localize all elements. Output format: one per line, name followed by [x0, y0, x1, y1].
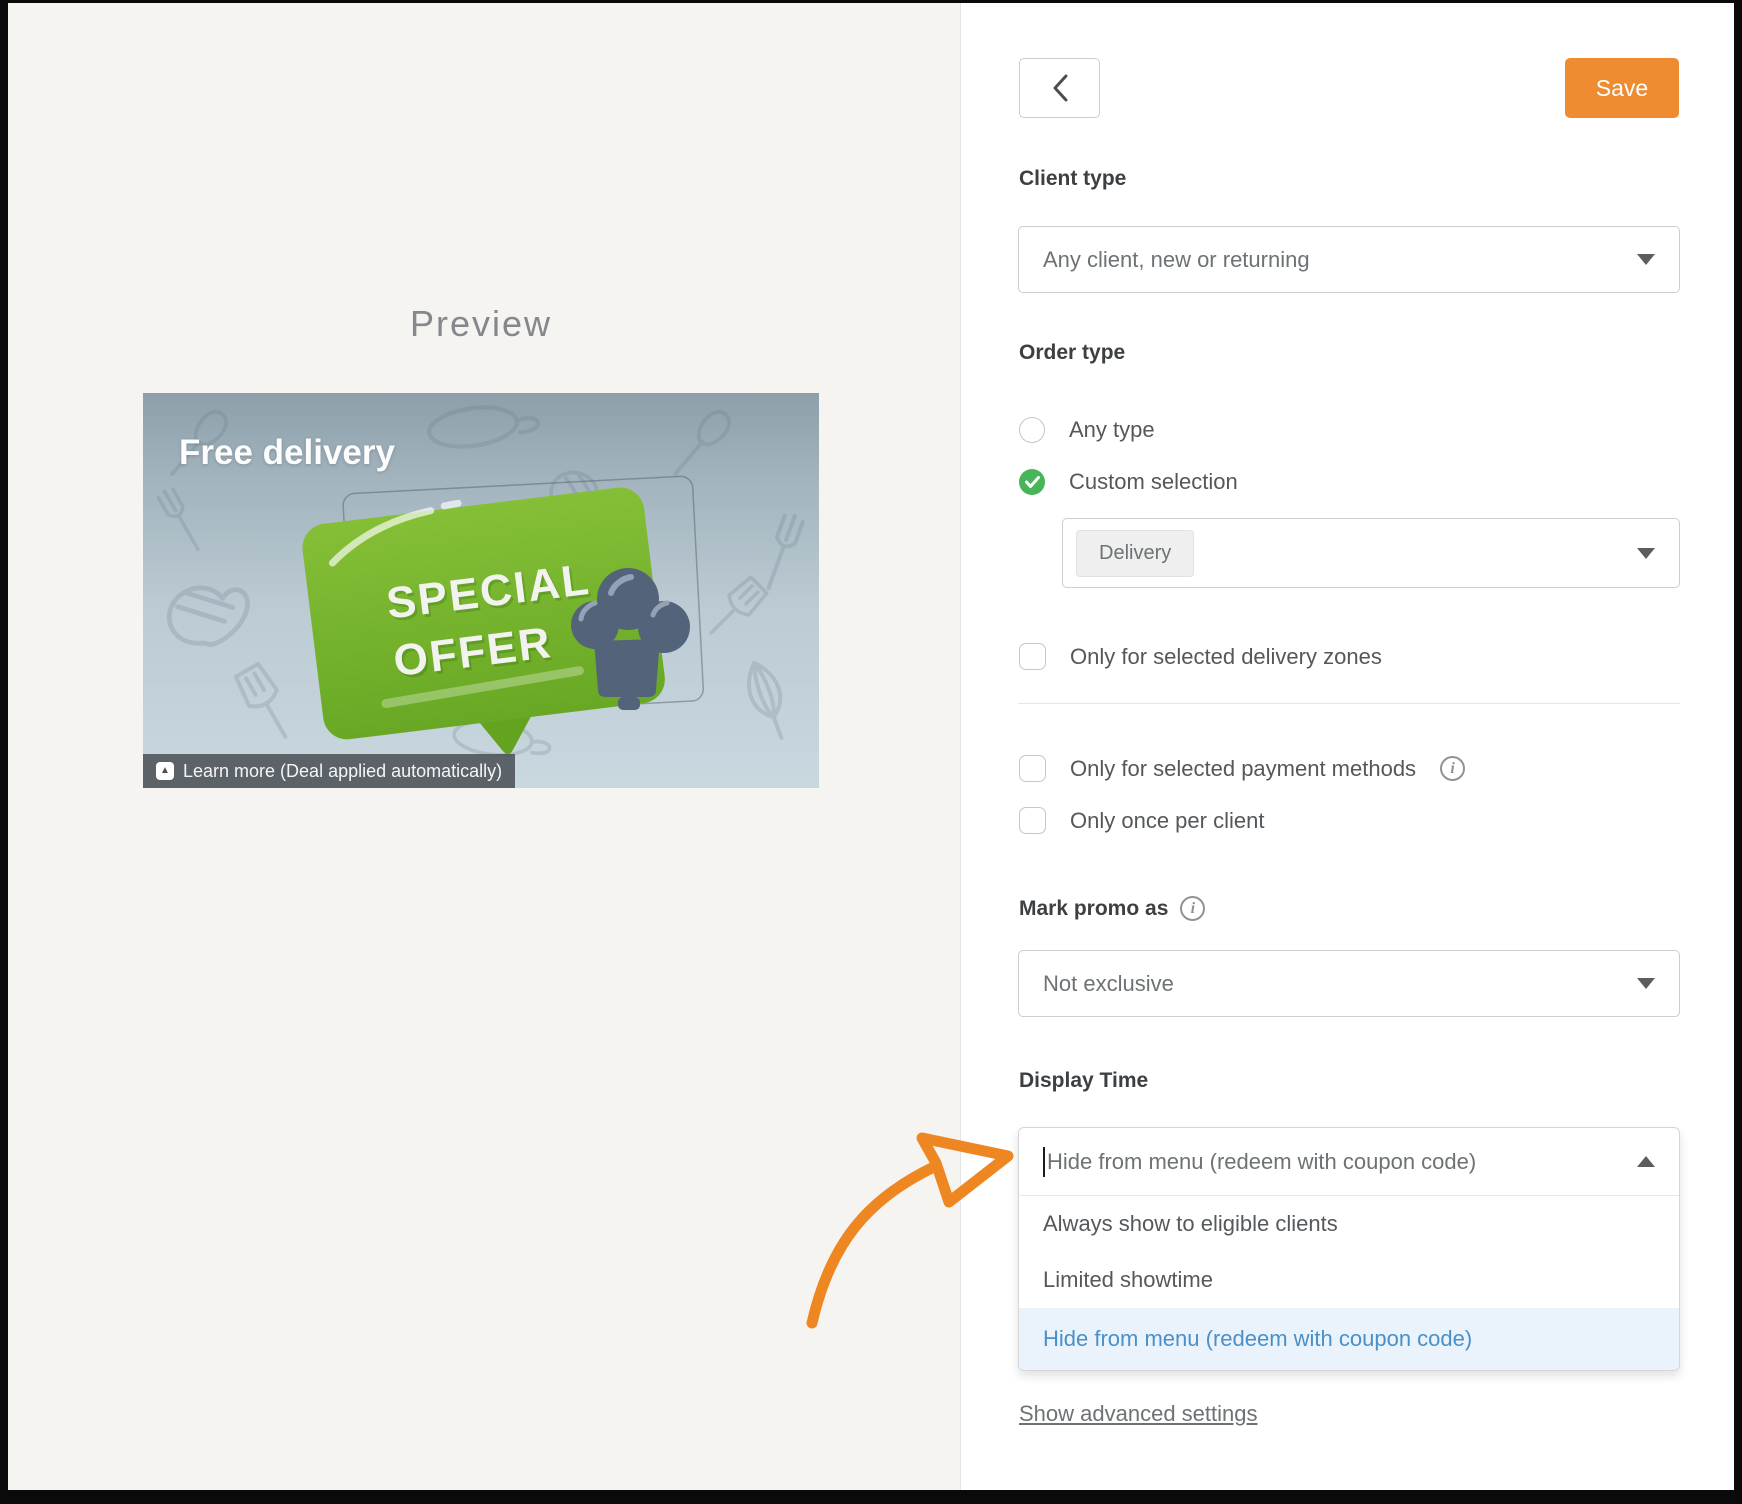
radio-checked-icon[interactable] — [1019, 469, 1045, 495]
option-always-show[interactable]: Always show to eligible clients — [1019, 1196, 1679, 1252]
chevron-down-icon — [1637, 978, 1655, 989]
display-time-combobox: Hide from menu (redeem with coupon code)… — [1018, 1127, 1680, 1371]
chevron-down-icon — [1637, 254, 1655, 265]
checkbox-unchecked-icon[interactable] — [1019, 755, 1046, 782]
display-time-label: Display Time — [1019, 1069, 1149, 1092]
checkbox-once-per-client[interactable]: Only once per client — [1019, 807, 1264, 834]
checkbox-unchecked-icon[interactable] — [1019, 807, 1046, 834]
mark-promo-as-select[interactable]: Not exclusive — [1018, 950, 1680, 1017]
display-time-value: Hide from menu (redeem with coupon code) — [1047, 1148, 1477, 1174]
checkbox-once-per-client-label: Only once per client — [1070, 807, 1265, 833]
radio-any-type[interactable]: Any type — [1019, 417, 1155, 443]
save-button[interactable]: Save — [1565, 58, 1679, 118]
promo-headline: Free delivery — [179, 433, 395, 472]
checkbox-unchecked-icon[interactable] — [1019, 643, 1046, 670]
preview-pane: Preview Free delivery SPECIAL SPECIAL OF… — [8, 3, 960, 1490]
client-type-value: Any client, new or returning — [1043, 246, 1310, 272]
checkbox-delivery-zones-label: Only for selected delivery zones — [1070, 643, 1382, 669]
back-button[interactable] — [1019, 58, 1100, 118]
settings-panel: Save Client type Any client, new or retu… — [960, 3, 1734, 1490]
mark-promo-as-value: Not exclusive — [1043, 970, 1174, 996]
preview-title: Preview — [409, 303, 553, 344]
checkbox-payment-methods[interactable]: Only for selected payment methods i — [1019, 755, 1466, 782]
checkbox-delivery-zones[interactable]: Only for selected delivery zones — [1019, 643, 1382, 670]
banner-caption[interactable]: ▲ Learn more (Deal applied automatically… — [143, 754, 516, 788]
radio-unchecked-icon[interactable] — [1019, 417, 1045, 443]
radio-custom-selection[interactable]: Custom selection — [1019, 469, 1238, 495]
screenshot-frame: Preview Free delivery SPECIAL SPECIAL OF… — [0, 0, 1742, 1504]
checkbox-payment-methods-label: Only for selected payment methods — [1070, 755, 1417, 781]
client-type-select[interactable]: Any client, new or returning — [1018, 226, 1680, 293]
text-cursor — [1043, 1146, 1045, 1177]
option-hide-from-menu[interactable]: Hide from menu (redeem with coupon code) — [1019, 1308, 1679, 1370]
info-icon[interactable]: i — [1440, 756, 1466, 781]
chevron-down-icon — [1637, 547, 1655, 559]
chevron-left-icon — [1053, 74, 1067, 102]
display-time-input[interactable]: Hide from menu (redeem with coupon code) — [1019, 1128, 1679, 1196]
delivery-tag[interactable]: Delivery — [1076, 529, 1195, 577]
radio-custom-selection-label: Custom selection — [1069, 469, 1238, 494]
app-window: Preview Free delivery SPECIAL SPECIAL OF… — [8, 3, 1734, 1490]
chevron-up-icon[interactable] — [1637, 1156, 1655, 1167]
info-icon[interactable]: i — [1180, 896, 1206, 921]
section-divider — [1018, 703, 1680, 704]
radio-any-type-label: Any type — [1069, 417, 1155, 442]
show-advanced-settings-link[interactable]: Show advanced settings — [1019, 1401, 1258, 1427]
mark-promo-as-label: Mark promo as i — [1019, 896, 1206, 921]
mark-promo-as-text: Mark promo as — [1019, 896, 1169, 920]
banner-caption-text: Learn more (Deal applied automatically) — [183, 760, 503, 781]
order-type-multiselect[interactable]: Delivery — [1062, 518, 1680, 588]
order-type-label: Order type — [1019, 341, 1126, 364]
option-limited-showtime[interactable]: Limited showtime — [1019, 1252, 1679, 1308]
promo-preview-banner: Free delivery SPECIAL SPECIAL OFFER OFFE… — [143, 393, 819, 788]
client-type-label: Client type — [1019, 167, 1127, 190]
expand-arrow-icon: ▲ — [156, 762, 174, 780]
